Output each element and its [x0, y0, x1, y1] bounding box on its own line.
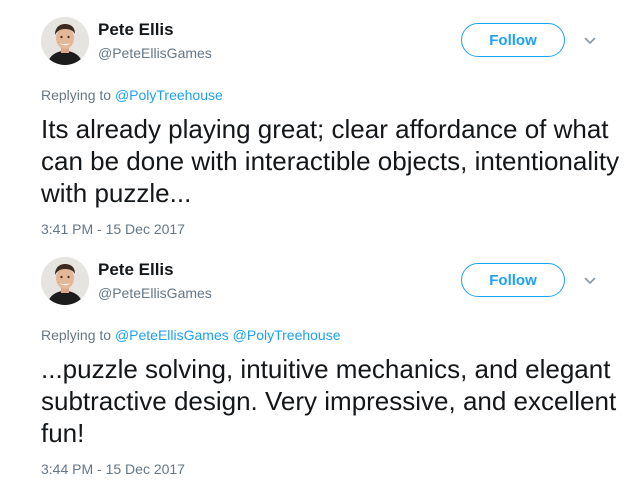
mention-link[interactable]: @PolyTreehouse: [233, 327, 341, 343]
follow-button[interactable]: Follow: [461, 263, 565, 297]
user-avatar[interactable]: [41, 17, 89, 65]
tweet-text: Its already playing great; clear afforda…: [41, 114, 620, 208]
replying-to-label: Replying to: [41, 87, 112, 103]
user-avatar[interactable]: [41, 257, 89, 305]
tweet-timestamp[interactable]: 3:41 PM - 15 Dec 2017: [41, 221, 185, 237]
author-name[interactable]: Pete Ellis: [98, 20, 174, 40]
mention-link[interactable]: @PolyTreehouse: [115, 87, 223, 103]
replying-to: Replying to @PolyTreehouse: [41, 87, 223, 103]
author-name[interactable]: Pete Ellis: [98, 260, 174, 280]
chevron-down-icon[interactable]: [583, 274, 597, 288]
chevron-down-icon[interactable]: [583, 34, 597, 48]
tweet-timestamp[interactable]: 3:44 PM - 15 Dec 2017: [41, 461, 185, 477]
tweet-text: ...puzzle solving, intuitive mechanics, …: [41, 354, 617, 448]
replying-to-label: Replying to: [41, 327, 112, 343]
mention-link[interactable]: @PeteEllisGames: [115, 327, 229, 343]
author-handle[interactable]: @PeteEllisGames: [98, 45, 212, 61]
follow-button[interactable]: Follow: [461, 23, 565, 57]
replying-to: Replying to @PeteEllisGames @PolyTreehou…: [41, 327, 341, 343]
author-handle[interactable]: @PeteEllisGames: [98, 285, 212, 301]
